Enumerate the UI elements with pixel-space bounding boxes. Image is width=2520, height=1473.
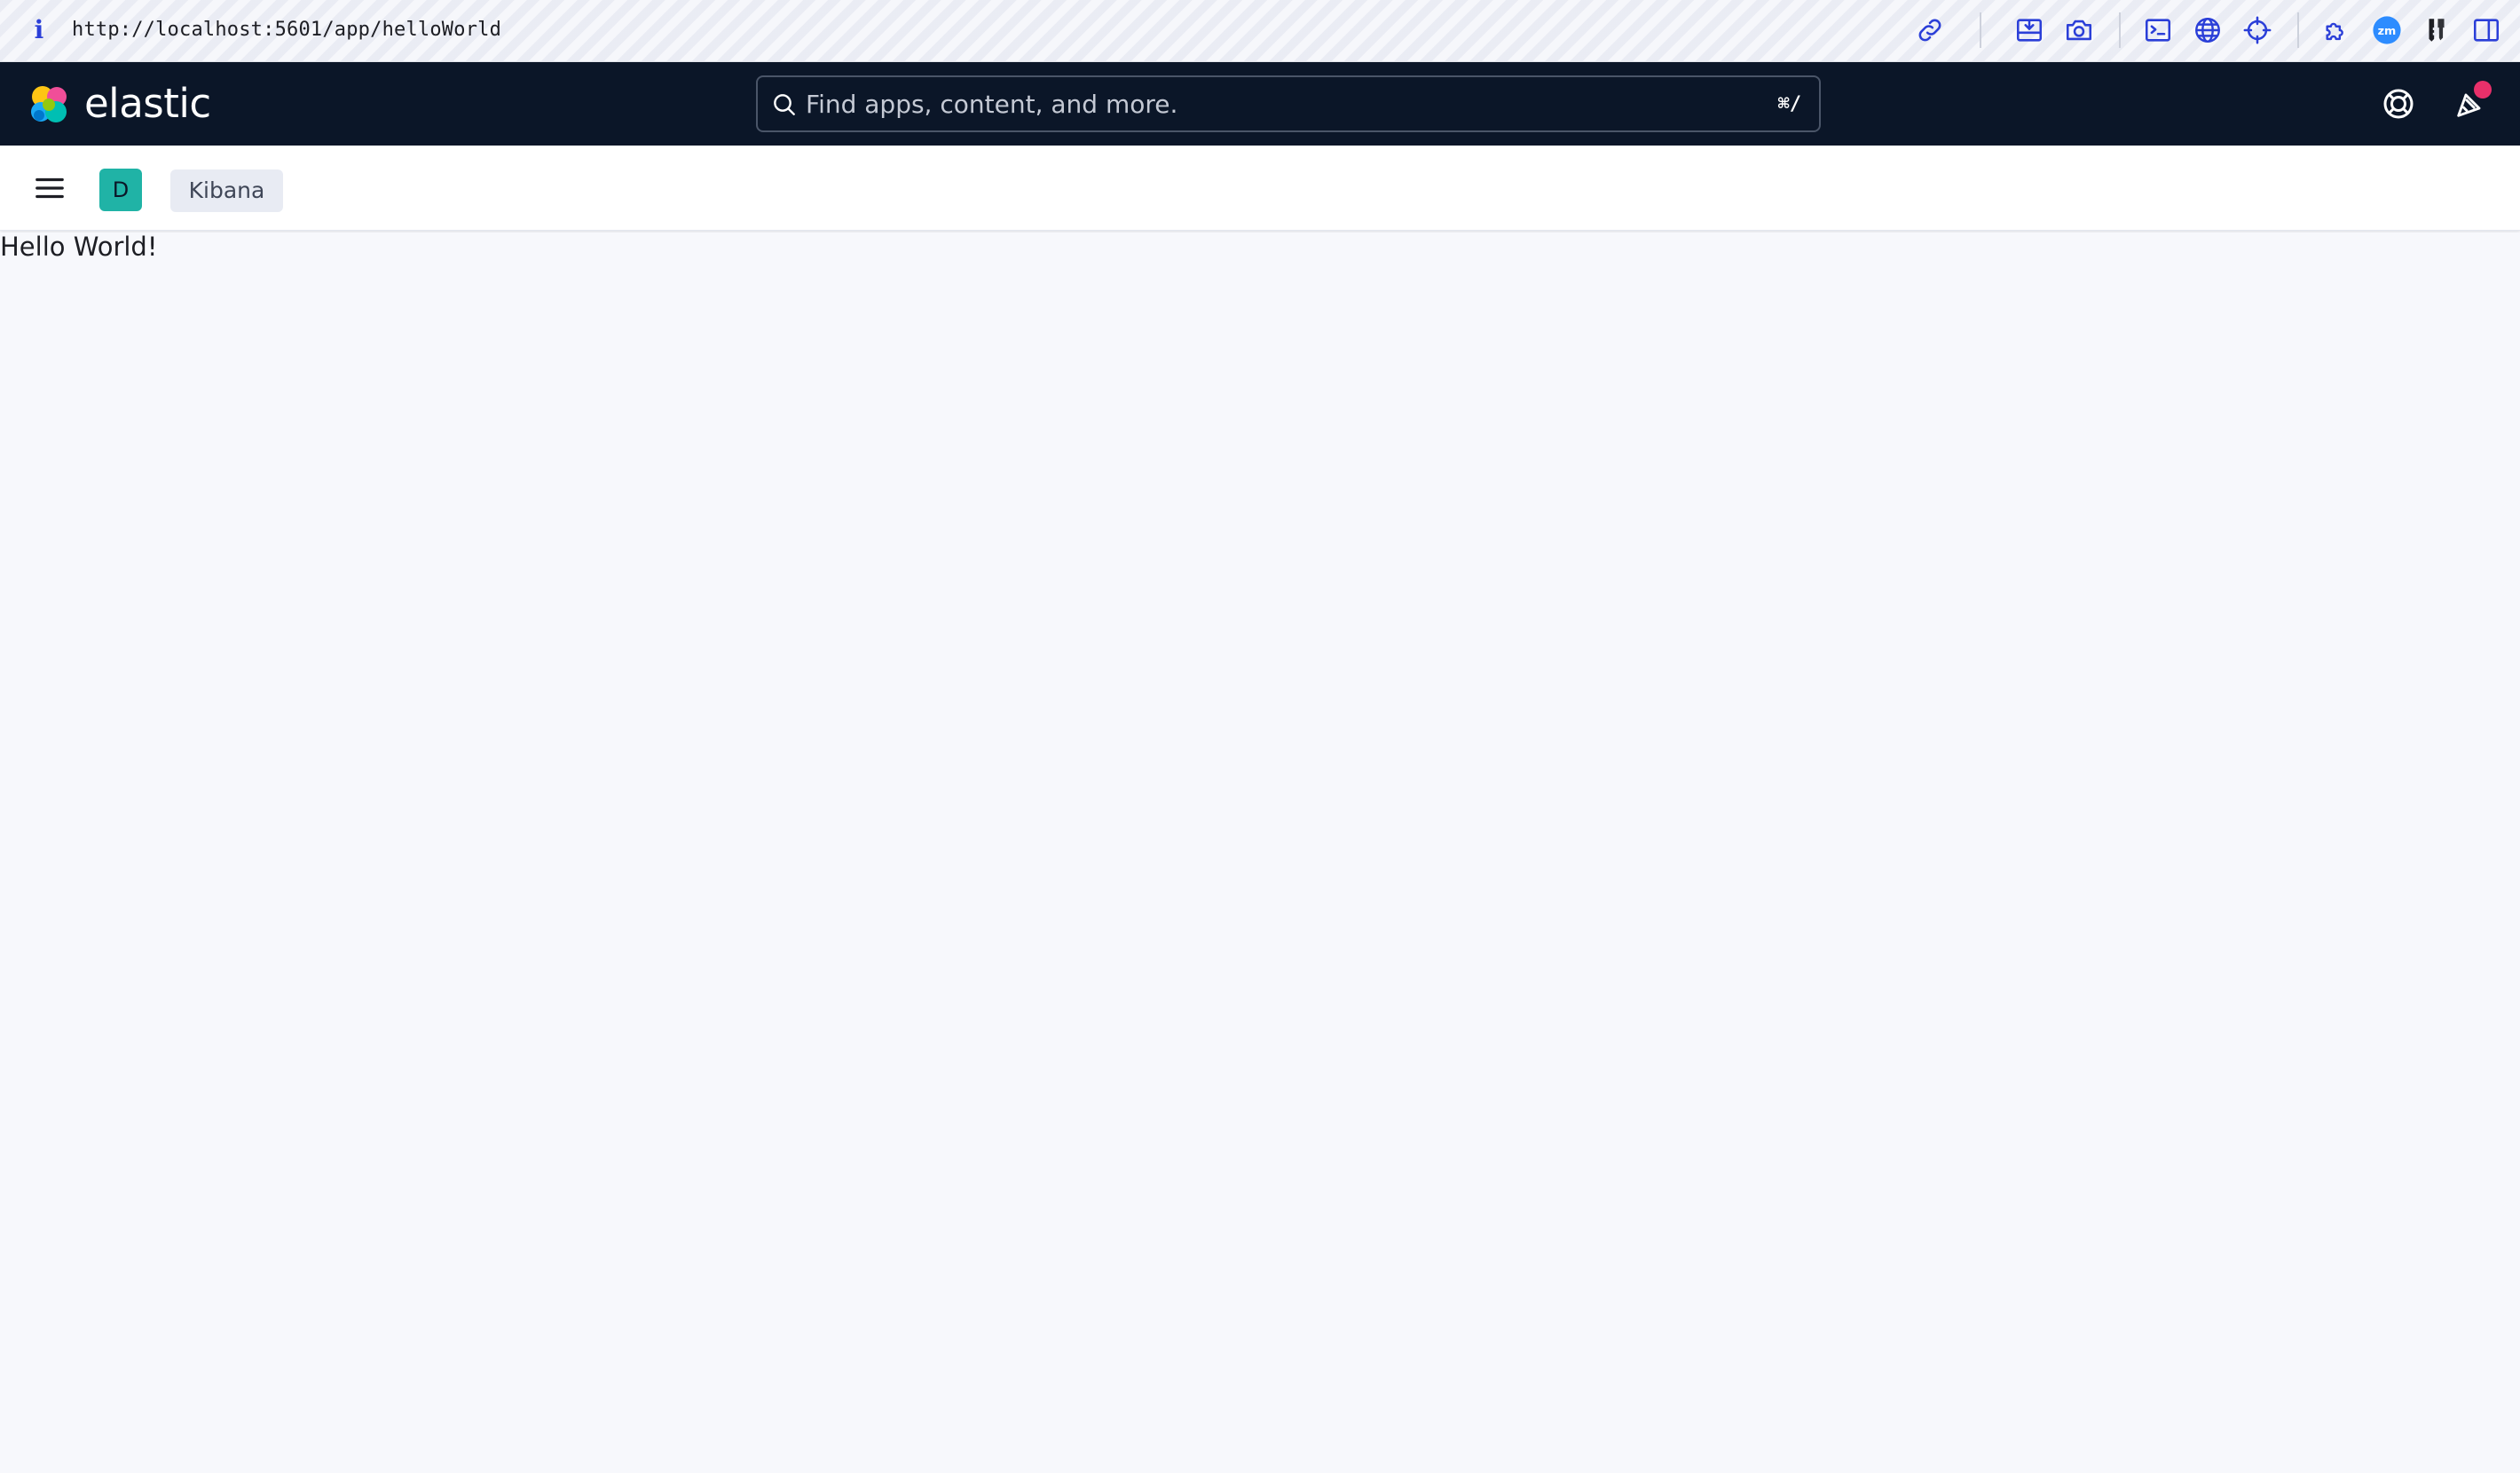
kibana-header: elastic ⌘/ — [0, 62, 2520, 146]
main-content: Hello World! — [0, 232, 2520, 1473]
toolbar-divider — [2297, 12, 2299, 48]
zoom-icon[interactable]: zm — [2369, 12, 2405, 48]
key-icon[interactable] — [2419, 12, 2454, 48]
hamburger-menu-button[interactable] — [27, 165, 73, 211]
sidebar-icon[interactable] — [2469, 12, 2504, 48]
hello-world-text: Hello World! — [0, 232, 158, 262]
link-icon[interactable] — [1912, 12, 1948, 48]
global-search[interactable]: ⌘/ — [756, 75, 1821, 132]
search-icon — [770, 91, 799, 119]
toolbar-divider — [1980, 12, 1981, 48]
site-info-icon[interactable]: i — [30, 12, 48, 48]
help-button[interactable] — [2377, 83, 2420, 125]
camera-icon[interactable] — [2061, 12, 2097, 48]
brand-name[interactable]: elastic — [84, 76, 211, 131]
secondary-nav: D Kibana — [0, 146, 2520, 231]
help-lifebuoy-icon — [2383, 89, 2414, 119]
extensions-icon[interactable] — [2319, 12, 2355, 48]
toolbar-divider — [2119, 12, 2121, 48]
svg-text:zm: zm — [2378, 25, 2397, 38]
search-shortcut-hint: ⌘/ — [1777, 93, 1802, 115]
news-feed-button[interactable] — [2449, 81, 2492, 125]
search-input[interactable] — [806, 84, 1711, 123]
browser-toolbar: i http://localhost:5601/app/helloWorld z… — [0, 0, 2520, 62]
terminal-icon[interactable] — [2140, 12, 2176, 48]
space-avatar[interactable]: D — [99, 169, 142, 211]
download-icon[interactable] — [2012, 12, 2047, 48]
notification-dot — [2474, 81, 2492, 98]
elastic-logo-icon[interactable] — [27, 82, 73, 128]
address-bar-url[interactable]: http://localhost:5601/app/helloWorld — [72, 12, 501, 48]
globe-icon[interactable] — [2190, 12, 2225, 48]
crosshair-icon[interactable] — [2240, 12, 2275, 48]
menu-icon — [35, 177, 64, 199]
breadcrumb-kibana[interactable]: Kibana — [170, 169, 283, 212]
